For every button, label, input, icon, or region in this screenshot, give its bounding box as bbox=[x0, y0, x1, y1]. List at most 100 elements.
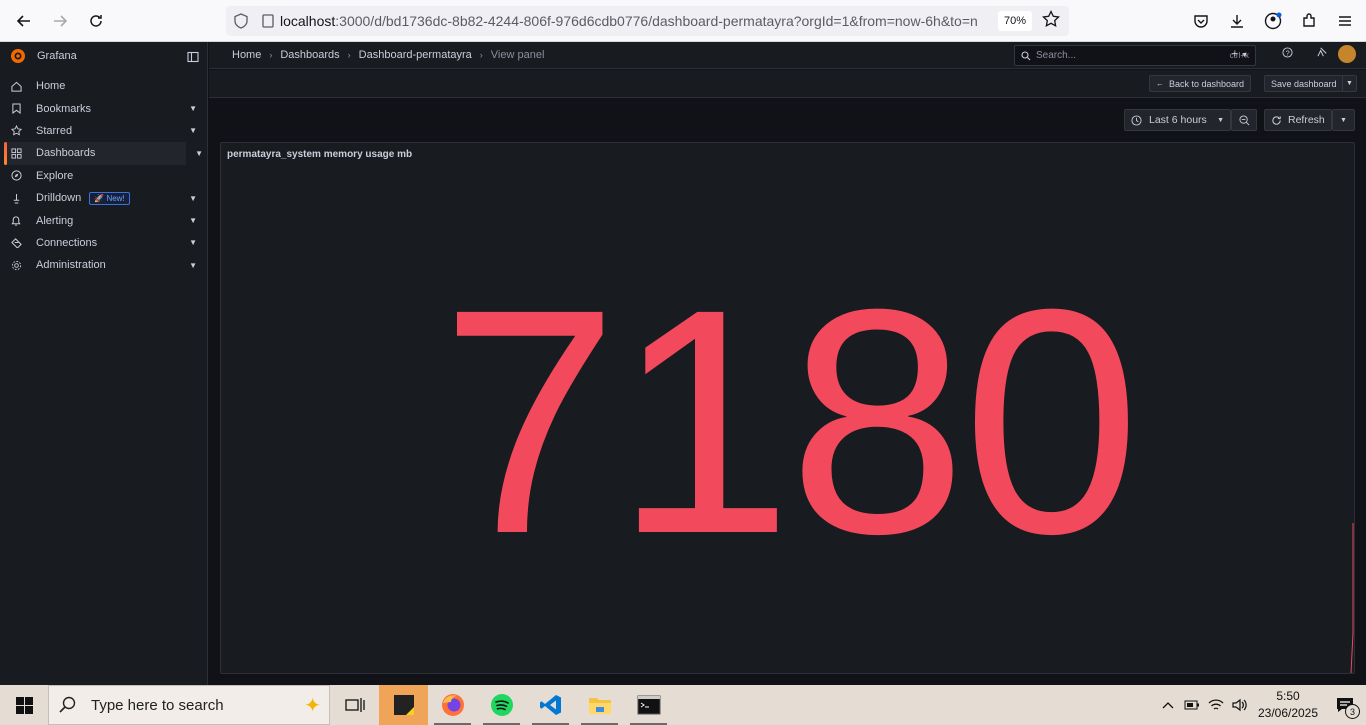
nav-drilldown[interactable]: Drilldown 🚀 New! ▼ bbox=[0, 187, 207, 209]
breadcrumb-separator-icon: › bbox=[347, 50, 351, 60]
firefox-app[interactable] bbox=[428, 685, 477, 725]
stat-value: 7180 bbox=[440, 242, 1141, 600]
save-dashboard-button[interactable]: Save dashboard bbox=[1264, 75, 1346, 92]
nav-label: Bookmarks bbox=[36, 102, 92, 115]
grafana-brand[interactable]: Grafana bbox=[0, 42, 207, 69]
chevron-down-icon[interactable]: ▼ bbox=[189, 261, 197, 270]
stat-panel[interactable]: permatayra_system memory usage mb 7180 bbox=[220, 142, 1355, 674]
search-input[interactable]: Search... ctrl+k bbox=[1014, 45, 1256, 66]
panel-title[interactable]: permatayra_system memory usage mb bbox=[227, 149, 412, 160]
extensions-icon[interactable] bbox=[1298, 6, 1320, 36]
menu-icon[interactable] bbox=[1334, 6, 1356, 36]
forward-button[interactable] bbox=[42, 3, 78, 39]
nav-explore[interactable]: Explore bbox=[0, 165, 207, 187]
nav-label: Home bbox=[36, 80, 66, 93]
arrow-left-icon: ← bbox=[1156, 79, 1164, 88]
chevron-down-icon: ▼ bbox=[1340, 116, 1347, 124]
save-options-button[interactable]: ▼ bbox=[1342, 75, 1357, 92]
copilot-sparkle-icon[interactable]: ✦ bbox=[304, 693, 321, 718]
new-badge-label: New! bbox=[106, 193, 125, 203]
refresh-button[interactable]: Refresh bbox=[1264, 109, 1332, 131]
nav-label: Starred bbox=[36, 124, 73, 137]
nav-label: Drilldown bbox=[36, 192, 82, 205]
url-text[interactable]: localhost:3000/d/bd1736dc-8b82-4244-806f… bbox=[280, 13, 980, 29]
nav-label: Dashboards bbox=[36, 147, 96, 160]
terminal-app[interactable] bbox=[624, 685, 673, 725]
clock-time: 5:50 bbox=[1276, 689, 1300, 703]
nav-bookmarks[interactable]: Bookmarks ▼ bbox=[0, 97, 207, 119]
task-view-button[interactable] bbox=[330, 685, 379, 725]
url-host: localhost bbox=[280, 13, 336, 29]
arrow-left-icon bbox=[16, 14, 30, 27]
shield-icon[interactable] bbox=[226, 13, 256, 29]
chevron-down-icon[interactable]: ▼ bbox=[189, 238, 197, 247]
zoom-indicator[interactable]: 70% bbox=[998, 11, 1032, 31]
bookmark-icon bbox=[10, 103, 22, 115]
breadcrumb-current: View panel bbox=[490, 49, 545, 61]
nav-dashboards[interactable]: Dashboards ▼ bbox=[4, 142, 203, 165]
folder-icon bbox=[588, 698, 611, 714]
back-button[interactable] bbox=[6, 3, 42, 39]
nav-home[interactable]: Home bbox=[0, 75, 207, 97]
clock-icon bbox=[1131, 114, 1142, 126]
avatar[interactable] bbox=[1338, 45, 1356, 63]
clock-date: 23/06/2025 bbox=[1257, 706, 1319, 720]
firefox-icon bbox=[441, 694, 464, 716]
breadcrumb-home[interactable]: Home bbox=[232, 49, 261, 61]
volume-icon[interactable] bbox=[1228, 698, 1252, 712]
reload-button[interactable] bbox=[78, 3, 114, 39]
time-toolbar: Last 6 hours ▼ Refresh ▼ bbox=[209, 98, 1366, 142]
grafana-logo-icon bbox=[11, 48, 25, 63]
chevron-down-icon[interactable]: ▼ bbox=[189, 126, 197, 135]
spotify-app[interactable] bbox=[477, 685, 526, 725]
sparkline bbox=[1350, 523, 1354, 673]
add-new-button[interactable]: + ▼ bbox=[1232, 48, 1248, 60]
help-icon[interactable]: ? bbox=[1282, 47, 1293, 61]
breadcrumb-separator-icon: › bbox=[269, 50, 273, 60]
refresh-interval-button[interactable]: ▼ bbox=[1332, 109, 1355, 131]
zoom-out-icon bbox=[1238, 114, 1249, 125]
chevron-down-icon[interactable]: ▼ bbox=[195, 149, 203, 158]
back-to-dashboard-label: Back to dashboard bbox=[1169, 78, 1245, 89]
notifications-button[interactable]: 3 bbox=[1324, 697, 1366, 719]
start-button[interactable] bbox=[0, 685, 48, 725]
taskbar-clock[interactable]: 5:50 23/06/2025 bbox=[1252, 688, 1324, 722]
nav-label: Explore bbox=[36, 169, 74, 182]
chevron-down-icon[interactable]: ▼ bbox=[189, 216, 197, 225]
dock-menu-icon[interactable] bbox=[187, 50, 199, 68]
show-hidden-icons-icon[interactable] bbox=[1156, 701, 1180, 709]
battery-icon[interactable] bbox=[1180, 700, 1204, 710]
wifi-icon[interactable] bbox=[1204, 698, 1228, 712]
time-range-picker[interactable]: Last 6 hours ▼ bbox=[1124, 109, 1231, 131]
back-to-dashboard-button[interactable]: ← Back to dashboard bbox=[1149, 75, 1252, 92]
zoom-out-button[interactable] bbox=[1231, 109, 1257, 131]
sticky-notes-app[interactable] bbox=[379, 685, 428, 725]
download-icon[interactable] bbox=[1226, 6, 1248, 36]
nav-administration[interactable]: Administration ▼ bbox=[0, 254, 207, 276]
refresh-label: Refresh bbox=[1288, 114, 1325, 126]
chevron-down-icon: ▼ bbox=[1217, 116, 1224, 124]
nav-starred[interactable]: Starred ▼ bbox=[0, 120, 207, 142]
nav-connections[interactable]: Connections ▼ bbox=[0, 232, 207, 254]
arrow-right-icon bbox=[54, 14, 68, 27]
star-icon bbox=[10, 125, 22, 137]
vscode-app[interactable] bbox=[526, 685, 575, 725]
page-icon[interactable] bbox=[256, 14, 280, 28]
nav-alerting[interactable]: Alerting ▼ bbox=[0, 209, 207, 231]
taskbar-search-input[interactable]: Type here to search ✦ bbox=[48, 685, 330, 725]
bell-icon bbox=[10, 215, 22, 227]
plug-icon bbox=[10, 237, 22, 249]
news-icon[interactable] bbox=[1317, 47, 1328, 61]
chevron-down-icon[interactable]: ▼ bbox=[189, 194, 197, 203]
chevron-down-icon: ▼ bbox=[1346, 80, 1353, 87]
chevron-down-icon[interactable]: ▼ bbox=[189, 104, 197, 113]
breadcrumb-dashboards[interactable]: Dashboards bbox=[280, 49, 339, 61]
breadcrumb-dashboard[interactable]: Dashboard-permatayra bbox=[359, 49, 472, 61]
address-bar[interactable]: localhost:3000/d/bd1736dc-8b82-4244-806f… bbox=[226, 6, 1069, 36]
drilldown-icon bbox=[10, 192, 22, 204]
windows-taskbar: Type here to search ✦ 5:50 23/06/2025 3 bbox=[0, 685, 1366, 725]
pocket-icon[interactable] bbox=[1190, 6, 1212, 36]
account-icon[interactable] bbox=[1262, 6, 1284, 36]
file-explorer-app[interactable] bbox=[575, 685, 624, 725]
bookmark-star-icon[interactable] bbox=[1042, 9, 1060, 31]
